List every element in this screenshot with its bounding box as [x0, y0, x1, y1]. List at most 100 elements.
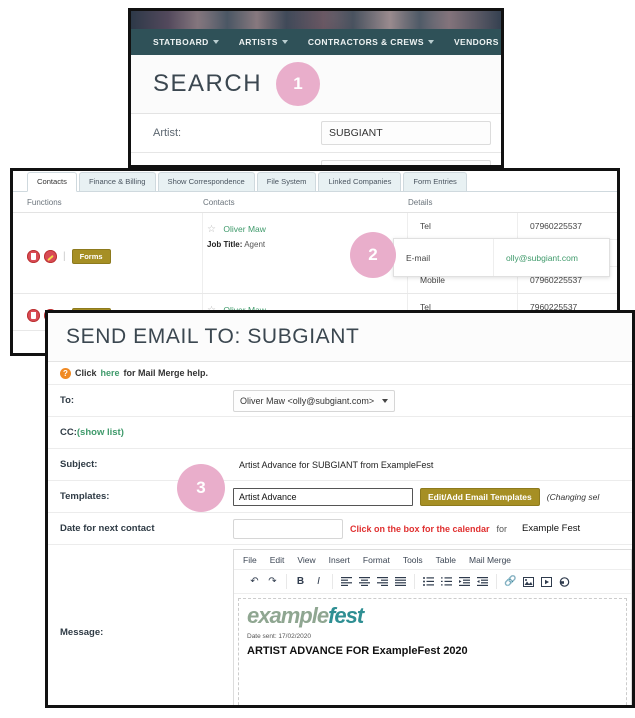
next-contact-date-input[interactable] — [233, 518, 343, 539]
tab-linked-companies[interactable]: Linked Companies — [318, 172, 402, 191]
star-icon[interactable]: ☆ — [207, 224, 216, 235]
send-email-header: SEND EMAIL TO: SUBGIANT — [48, 313, 632, 362]
menu-file[interactable]: File — [243, 555, 257, 565]
logo-text-fest: fest — [328, 603, 364, 628]
to-recipient-value: Oliver Maw <olly@subgiant.com> — [240, 395, 375, 406]
tab-form-entries[interactable]: Form Entries — [403, 172, 467, 191]
search-row-contact: Contact: — [131, 153, 501, 165]
menu-format[interactable]: Format — [363, 555, 390, 565]
menu-table[interactable]: Table — [436, 555, 456, 565]
tab-show-correspondence[interactable]: Show Correspondence — [157, 172, 255, 191]
contact-name-link[interactable]: Oliver Maw — [223, 224, 266, 234]
editor-menu-bar: File Edit View Insert Format Tools Table… — [234, 550, 631, 570]
message-label: Message: — [60, 627, 104, 638]
italic-icon[interactable]: I — [311, 574, 326, 589]
message-body[interactable]: examplefest Date sent: 17/02/2020 ARTIST… — [238, 598, 627, 705]
edit-add-email-templates-button[interactable]: Edit/Add Email Templates — [420, 487, 540, 506]
chevron-down-icon — [281, 40, 288, 44]
to-recipient-select[interactable]: Oliver Maw <olly@subgiant.com> — [233, 389, 396, 412]
template-select[interactable]: Artist Advance — [233, 487, 413, 506]
templates-field-wrap: Artist Advance Edit/Add Email Templates … — [233, 487, 632, 506]
page-title: SEARCH — [153, 70, 263, 97]
email-tooltip-popup: E-mail olly@subgiant.com — [393, 238, 610, 277]
edit-pencil-icon[interactable] — [44, 250, 57, 263]
job-title-label: Job Title: — [207, 240, 243, 249]
artist-input[interactable]: SUBGIANT — [321, 121, 491, 145]
to-field-wrap: Oliver Maw <olly@subgiant.com> — [233, 389, 632, 412]
help-suffix: for Mail Merge help. — [123, 368, 209, 378]
main-navigation-bar: STATBOARD ARTISTS CONTRACTORS & CREWS VE… — [131, 29, 501, 55]
send-email-panel: SEND EMAIL TO: SUBGIANT ? Click here for… — [45, 310, 635, 708]
contact-input[interactable] — [321, 160, 491, 165]
templates-note: (Changing sel — [546, 491, 600, 502]
mail-merge-help-link[interactable]: here — [101, 368, 120, 378]
menu-tools[interactable]: Tools — [403, 555, 423, 565]
cc-show-list-link[interactable]: (show list) — [77, 427, 124, 438]
examplefest-logo: examplefest — [247, 605, 618, 627]
toolbar-group-style: B I — [287, 574, 333, 589]
chevron-down-icon — [382, 398, 389, 403]
nav-item-contractors-and-crews[interactable]: CONTRACTORS & CREWS — [298, 37, 444, 47]
tab-contacts[interactable]: Contacts — [27, 172, 77, 192]
menu-view[interactable]: View — [297, 555, 315, 565]
cc-label-prefix: CC: — [60, 427, 77, 438]
send-email-title: SEND EMAIL TO: SUBGIANT — [66, 325, 360, 348]
banner-photo-strip — [131, 11, 501, 29]
detail-line: Tel 07960225537 — [408, 213, 617, 240]
menu-edit[interactable]: Edit — [270, 555, 285, 565]
contact-field-wrap — [321, 160, 501, 165]
column-header-details: Details — [408, 197, 433, 207]
next-contact-row: Date for next contact Click on the box f… — [48, 513, 632, 545]
indent-icon[interactable] — [475, 574, 490, 589]
link-icon[interactable]: 🔗 — [503, 574, 518, 589]
nav-item-statboard[interactable]: STATBOARD — [143, 37, 229, 47]
forms-button[interactable]: Forms — [71, 249, 111, 264]
festival-name: Example Fest — [522, 523, 581, 534]
subject-input[interactable]: Artist Advance for SUBGIANT from Example… — [233, 460, 433, 470]
tab-file-system[interactable]: File System — [256, 172, 317, 191]
chevron-down-icon — [212, 40, 219, 44]
align-justify-icon[interactable] — [393, 574, 408, 589]
contacts-table-header: Functions Contacts Details — [13, 192, 617, 213]
bold-icon[interactable]: B — [293, 574, 308, 589]
delete-icon[interactable] — [27, 309, 40, 322]
to-row: To: Oliver Maw <olly@subgiant.com> — [48, 385, 632, 417]
help-question-icon[interactable]: ? — [60, 367, 71, 379]
emoji-icon[interactable] — [557, 574, 572, 589]
tab-finance-and-billing[interactable]: Finance & Billing — [78, 172, 156, 191]
subject-field-wrap: Artist Advance for SUBGIANT from Example… — [233, 460, 632, 470]
align-left-icon[interactable] — [339, 574, 354, 589]
menu-mail-merge[interactable]: Mail Merge — [469, 555, 511, 565]
align-center-icon[interactable] — [357, 574, 372, 589]
outdent-icon[interactable] — [457, 574, 472, 589]
nav-item-label: VENDORS — [453, 37, 499, 47]
nav-item-vendors[interactable]: VENDORS — [444, 37, 504, 47]
calendar-hint-for: for — [496, 523, 508, 534]
chevron-down-icon — [503, 40, 504, 44]
nav-item-label: STATBOARD — [153, 37, 209, 47]
toolbar-group-insert: 🔗 — [497, 574, 578, 589]
tooltip-value[interactable]: olly@subgiant.com — [494, 253, 578, 263]
mail-merge-help-row: ? Click here for Mail Merge help. — [48, 362, 632, 385]
next-contact-label: Date for next contact — [60, 523, 155, 534]
step-badge-1: 1 — [276, 62, 320, 106]
menu-insert[interactable]: Insert — [329, 555, 350, 565]
redo-icon[interactable]: ↷ — [265, 574, 280, 589]
help-prefix: Click — [75, 368, 97, 378]
nav-item-artists[interactable]: ARTISTS — [229, 37, 298, 47]
toolbar-group-history: ↶ ↷ — [241, 574, 287, 589]
undo-icon[interactable]: ↶ — [247, 574, 262, 589]
templates-row: Templates: Artist Advance Edit/Add Email… — [48, 481, 632, 513]
detail-key: Tel — [408, 213, 518, 239]
bullet-list-icon[interactable] — [421, 574, 436, 589]
to-label: To: — [60, 395, 75, 406]
step-badge-3: 3 — [177, 464, 225, 512]
media-icon[interactable] — [539, 574, 554, 589]
artist-advance-heading: ARTIST ADVANCE FOR ExampleFest 2020 — [247, 645, 468, 657]
delete-icon[interactable] — [27, 250, 40, 263]
image-icon[interactable] — [521, 574, 536, 589]
chevron-down-icon — [427, 40, 434, 44]
align-right-icon[interactable] — [375, 574, 390, 589]
search-row-artist: Artist: SUBGIANT — [131, 114, 501, 153]
numbered-list-icon[interactable] — [439, 574, 454, 589]
